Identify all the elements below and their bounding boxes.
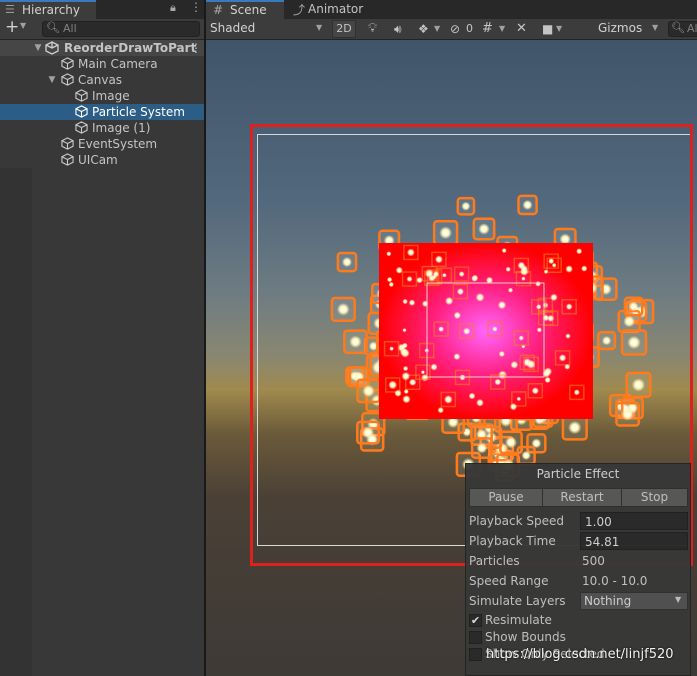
particle-effect-title: Particle Effect [536, 467, 620, 481]
hierarchy-item-image[interactable]: Image [0, 88, 204, 104]
speed-range-value: 10.0 - 10.0 [582, 574, 648, 588]
shading-mode-dropdown[interactable]: Shaded ▼ [208, 20, 326, 38]
speed-range-label: Speed Range [469, 574, 549, 588]
scene-root-row[interactable]: ▼ ReorderDrawToPart ⋮ [0, 40, 204, 56]
stop-button[interactable]: Stop [621, 488, 688, 507]
hierarchy-item-label: UICam [78, 153, 118, 167]
hidden-count: 0 [466, 22, 473, 35]
gameobject-cube-icon [61, 57, 74, 70]
particles-count: 500 [582, 554, 605, 568]
hierarchy-item-canvas[interactable]: ▼ Canvas [0, 72, 204, 88]
show-only-selected-checkbox[interactable] [469, 648, 482, 661]
animator-icon: ⤴ [293, 3, 306, 17]
hierarchy-item-label: Particle System [92, 105, 185, 119]
playback-time-label: Playback Time [469, 534, 556, 548]
chevron-down-icon[interactable]: ▼ [556, 21, 562, 37]
list-icon: ☰ [5, 3, 15, 16]
grid-snap-icon[interactable]: # [482, 21, 493, 37]
chevron-down-icon[interactable]: ▼ [499, 21, 505, 37]
expand-arrow-icon[interactable]: ▼ [33, 40, 43, 56]
hierarchy-item-label: Image [92, 89, 130, 103]
chevron-down-icon[interactable]: ▼ [20, 21, 26, 30]
hierarchy-item-image-1[interactable]: Image (1) [0, 120, 204, 136]
chevron-down-icon: ▼ [316, 23, 323, 32]
gameobject-cube-icon [75, 121, 88, 134]
hierarchy-gutter [0, 168, 32, 676]
gameobject-cube-icon [61, 73, 74, 86]
camera-icon[interactable]: ■ [542, 21, 553, 37]
search-placeholder: All [687, 22, 697, 35]
show-bounds-label: Show Bounds [485, 630, 566, 644]
hidden-objects-icon[interactable]: ⊘ [450, 21, 460, 37]
simulate-layers-dropdown[interactable]: Nothing ▼ [580, 592, 688, 610]
hierarchy-item-label: Image (1) [92, 121, 151, 135]
resimulate-checkbox[interactable]: ✔ [469, 614, 482, 627]
chevron-down-icon: ▼ [652, 23, 659, 32]
playback-speed-label: Playback Speed [469, 514, 564, 528]
playback-time-field[interactable]: 54.81 [580, 532, 688, 550]
chevron-down-icon[interactable]: ▼ [434, 21, 440, 37]
hierarchy-item-label: EventSystem [78, 137, 158, 151]
watermark-text: https://blog.csdn.net/linjf520 [486, 647, 674, 662]
tab-label: Animator [308, 2, 364, 16]
gizmos-label: Gizmos [598, 21, 643, 35]
lock-icon[interactable]: 🔒︎ [170, 1, 176, 15]
simulate-layers-label: Simulate Layers [469, 594, 566, 608]
hierarchy-item-label: Main Camera [78, 57, 158, 71]
scene-search-input[interactable]: 🔍︎ All [668, 21, 697, 37]
simulate-layers-value: Nothing [584, 594, 632, 608]
particles-label: Particles [469, 554, 520, 568]
2d-toggle-button[interactable]: 2D [332, 20, 356, 38]
scene-toolbar: Shaded ▼ 2D 💡︎ 🔊︎ ❖ ▼ ⊘ 0 # ▼ ✕ ■ ▼ Gizm… [206, 19, 697, 40]
particle-effect-panel: Particle Effect Pause Restart Stop Playb… [465, 463, 691, 676]
restart-button[interactable]: Restart [542, 488, 622, 507]
resimulate-label: Resimulate [485, 613, 552, 627]
hierarchy-item-uicam[interactable]: UICam [0, 152, 204, 168]
hierarchy-search-input[interactable]: 🔍︎ All [42, 21, 200, 37]
scene-options-icon[interactable]: ⋮ [190, 40, 202, 56]
tools-icon[interactable]: ✕ [516, 21, 527, 37]
playback-speed-field[interactable]: 1.00 [580, 512, 688, 530]
search-icon: 🔍︎ [671, 21, 685, 34]
hierarchy-item-label: Canvas [78, 73, 123, 87]
add-object-button[interactable]: + [5, 17, 19, 37]
gameobject-cube-icon [61, 137, 74, 150]
audio-icon[interactable]: 🔊︎ [394, 21, 402, 37]
hierarchy-item-particle-system[interactable]: Particle System [0, 104, 204, 120]
grid-icon: # [213, 3, 224, 17]
shading-mode-label: Shaded [210, 21, 256, 35]
hierarchy-toolbar: + ▼ 🔍︎ All [0, 17, 204, 40]
checkmark-icon: ✔ [470, 614, 481, 627]
search-placeholder: All [63, 22, 77, 35]
search-icon: 🔍︎ [46, 21, 60, 34]
chevron-down-icon: ▼ [675, 595, 682, 604]
effects-icon[interactable]: ❖ [418, 21, 429, 37]
show-bounds-checkbox[interactable] [469, 631, 482, 644]
pause-button[interactable]: Pause [469, 488, 543, 507]
hierarchy-tab-label: Hierarchy [22, 3, 81, 17]
more-options-icon[interactable]: ⋮ [190, 0, 202, 14]
gameobject-cube-icon [75, 89, 88, 102]
lighting-icon[interactable]: 💡︎ [368, 21, 377, 37]
hierarchy-item-eventsystem[interactable]: EventSystem [0, 136, 204, 152]
tab-label: Scene [230, 3, 267, 17]
hierarchy-item-main-camera[interactable]: Main Camera [0, 56, 204, 72]
hierarchy-panel: ☰ Hierarchy 🔒︎ ⋮ + ▼ 🔍︎ All ▼ ReorderDra… [0, 0, 204, 676]
unity-scene-icon [45, 41, 59, 55]
gameobject-cube-icon [75, 105, 88, 118]
scene-name: ReorderDrawToPart [64, 41, 197, 55]
gizmos-dropdown[interactable]: Gizmos ▼ [596, 20, 664, 38]
tab-scene[interactable]: # Scene [206, 0, 284, 19]
gameobject-cube-icon [61, 153, 74, 166]
expand-arrow-icon[interactable]: ▼ [47, 72, 57, 88]
tab-animator[interactable]: ⤴ Animator [286, 0, 368, 19]
